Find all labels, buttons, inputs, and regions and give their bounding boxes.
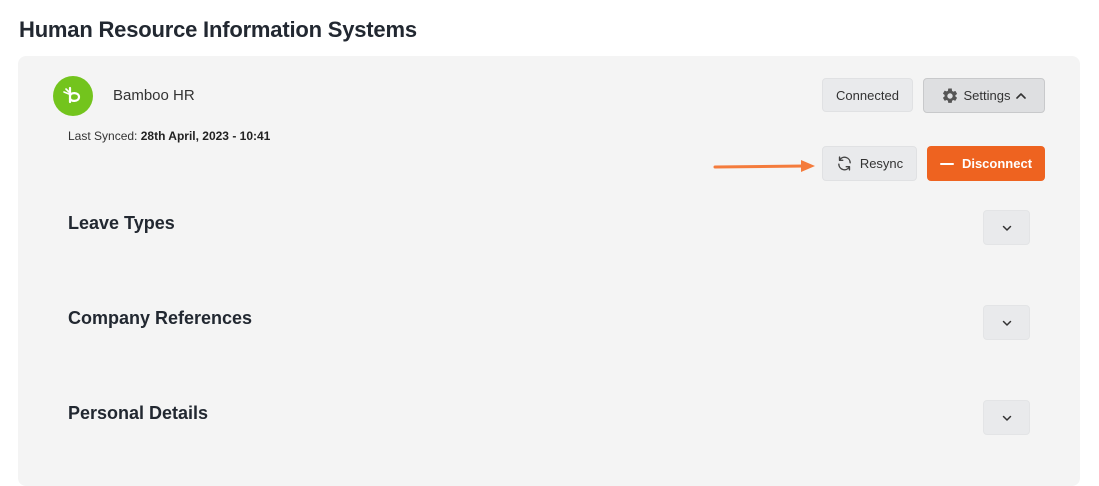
expand-company-references-button[interactable] [983, 305, 1030, 340]
chevron-down-icon [1002, 320, 1011, 326]
last-synced: Last Synced: 28th April, 2023 - 10:41 [68, 129, 270, 143]
refresh-icon [837, 156, 851, 171]
gear-icon [942, 87, 957, 103]
chevron-down-icon [1002, 225, 1011, 231]
disconnect-button[interactable]: Disconnect [927, 146, 1045, 181]
section-title-company-references: Company References [68, 308, 253, 328]
settings-button[interactable]: Settings [923, 78, 1045, 113]
settings-label: Settings [963, 88, 1011, 103]
resync-button[interactable]: Resync [822, 146, 917, 181]
resync-label: Resync [859, 156, 904, 171]
disconnect-label: Disconnect [961, 156, 1033, 171]
expand-leave-types-button[interactable] [983, 210, 1030, 245]
chevron-down-icon [1002, 415, 1011, 421]
integration-name: Bamboo HR [113, 87, 195, 104]
minus-icon [939, 162, 954, 165]
integration-card: Bamboo HR Last Synced: 28th April, 2023 … [18, 56, 1080, 486]
section-title-personal-details: Personal Details [68, 403, 209, 423]
chevron-up-icon [1016, 92, 1027, 99]
last-synced-label: Last Synced: [68, 129, 138, 143]
bamboohr-logo [53, 76, 93, 116]
section-title-leave-types: Leave Types [68, 213, 175, 233]
bamboo-logo-icon [63, 86, 81, 104]
expand-personal-details-button[interactable] [983, 400, 1030, 435]
annotation-arrow [713, 160, 815, 172]
connection-status-badge: Connected [822, 78, 913, 112]
page-title: Human Resource Information Systems [19, 17, 417, 42]
last-synced-value: 28th April, 2023 - 10:41 [140, 129, 271, 143]
